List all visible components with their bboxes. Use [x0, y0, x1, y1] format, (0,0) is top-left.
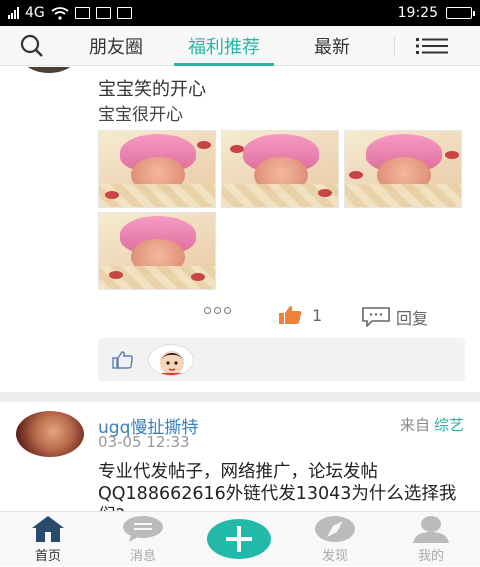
upload-notification-icon	[95, 7, 111, 19]
message-icon	[123, 516, 163, 542]
post-body[interactable]: 专业代发帖子，网络推广，论坛发帖QQ188662616外链代发13043为什么选…	[98, 461, 470, 511]
like-button[interactable]: 1	[278, 305, 322, 325]
top-nav: 朋友圈 福利推荐 最新	[0, 26, 480, 66]
more-dot-icon	[204, 307, 211, 314]
more-dot-icon	[224, 307, 231, 314]
post-text: 宝宝很开心	[98, 105, 183, 125]
thumbs-up-icon	[279, 306, 302, 324]
nav-profile[interactable]: 我的	[401, 512, 461, 567]
tab-recommended[interactable]: 福利推荐	[168, 26, 280, 66]
nav-discover-label: 发现	[321, 549, 348, 564]
category-link[interactable]: 综艺	[434, 416, 464, 434]
reply-label: 回复	[396, 309, 429, 328]
post-actions: 1 回复	[0, 305, 480, 329]
search-icon	[20, 34, 43, 57]
home-icon	[32, 516, 64, 542]
more-dot-icon	[214, 307, 221, 314]
avatar[interactable]	[16, 411, 84, 457]
more-button[interactable]	[204, 307, 231, 314]
nav-home-label: 首页	[34, 549, 61, 564]
likes-panel	[98, 338, 465, 381]
post-photo[interactable]	[221, 130, 339, 208]
nav-home[interactable]: 首页	[18, 512, 78, 567]
avatar[interactable]	[16, 67, 82, 73]
battery-icon	[446, 7, 475, 19]
thumbs-up-outline-icon	[112, 350, 134, 369]
plus-icon	[226, 526, 252, 552]
post-photo[interactable]	[344, 130, 462, 208]
menu-button[interactable]	[395, 26, 469, 66]
search-button[interactable]	[0, 26, 64, 66]
source-label: 来自	[399, 416, 430, 434]
bottom-nav: 首页 消息 发现 我的	[0, 511, 480, 566]
comment-icon	[362, 307, 390, 327]
post-divider	[0, 392, 480, 402]
compose-button[interactable]	[207, 519, 271, 559]
tab-friends[interactable]: 朋友圈	[64, 26, 168, 66]
network-type: 4G	[25, 5, 45, 21]
tab-latest[interactable]: 最新	[280, 26, 384, 66]
wifi-icon	[51, 6, 69, 20]
signal-icon	[8, 7, 19, 19]
image-notification-icon	[74, 7, 90, 19]
status-bar: 4G 19:25	[0, 0, 480, 26]
sd-card-icon	[116, 7, 132, 19]
clock: 19:25	[397, 5, 438, 21]
feed-list[interactable]: 宝宝笑的开心 宝宝很开心 1 回复 ugq慢扯撕特 03-05 12:33 来自…	[0, 67, 480, 511]
post-photo[interactable]	[98, 212, 216, 290]
nav-profile-label: 我的	[417, 549, 444, 564]
like-count: 1	[312, 305, 323, 325]
user-icon	[413, 516, 449, 543]
reply-button[interactable]: 回复	[362, 305, 428, 329]
post-source: 来自 综艺	[400, 414, 464, 435]
menu-icon	[416, 37, 448, 54]
nav-messages-label: 消息	[129, 549, 156, 564]
post-time: 03-05 12:33	[98, 433, 190, 451]
nav-discover[interactable]: 发现	[305, 512, 365, 567]
compass-icon	[315, 516, 355, 542]
liker-avatar[interactable]	[148, 343, 194, 376]
post-title: 宝宝笑的开心	[98, 79, 206, 100]
nav-messages[interactable]: 消息	[113, 512, 173, 567]
post-photo[interactable]	[98, 130, 216, 208]
